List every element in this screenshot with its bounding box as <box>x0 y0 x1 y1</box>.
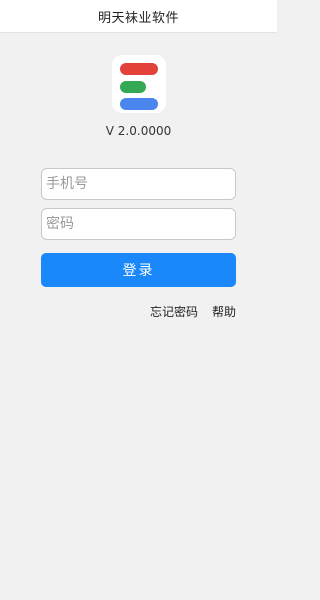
logo-red-bar <box>120 63 158 75</box>
help-link[interactable]: 帮助 <box>212 303 236 320</box>
app-title: 明天袜业软件 <box>97 10 179 26</box>
app-logo-icon <box>112 55 166 113</box>
logo-green-bar <box>120 81 146 93</box>
title-bar: 明天袜业软件 <box>0 0 277 33</box>
version-label: V 2.0.0000 <box>105 124 172 138</box>
login-button[interactable]: 登录 <box>41 253 236 287</box>
forgot-password-link[interactable]: 忘记密码 <box>150 303 198 320</box>
password-input[interactable] <box>41 208 236 240</box>
phone-input[interactable] <box>41 168 236 200</box>
logo-blue-bar <box>120 98 158 110</box>
login-screen: 明天袜业软件 V 2.0.0000 登录 忘记密码 帮助 <box>0 0 277 600</box>
